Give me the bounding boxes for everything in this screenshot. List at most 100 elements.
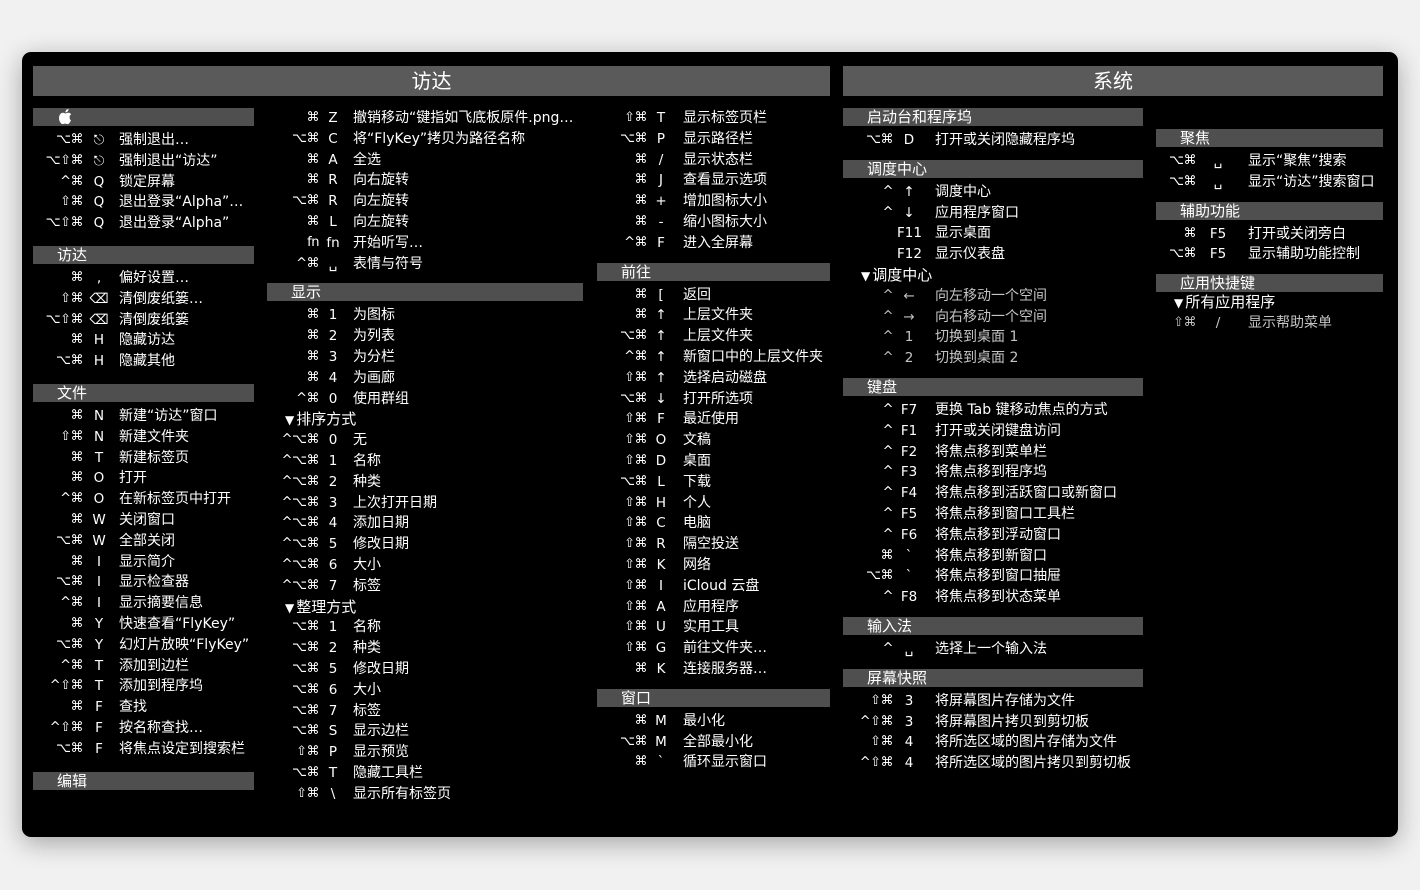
shortcut-key: 3	[904, 692, 914, 709]
shortcut-key: F4	[900, 485, 918, 502]
shortcut-label: 使用群组	[353, 390, 409, 407]
modifier-keys: ⌥⌘	[620, 473, 647, 489]
shortcut-row: ⇧⌘ H 个人	[597, 493, 830, 514]
shortcut-row: ⇧⌘ Q 退出登录“Alpha”…	[33, 192, 254, 213]
shortcut-label: 隐藏工具栏	[353, 764, 423, 781]
shortcut-key: D	[903, 132, 915, 148]
shortcut-row: ⌘ Z 撤销移动“键指如飞底板原件.png…	[267, 108, 583, 129]
modifier-keys: ⇧⌘	[624, 452, 647, 468]
shortcut-row: ^⌥⌘ 3 上次打开日期	[267, 493, 583, 514]
shortcut-label: 标签	[353, 702, 381, 719]
shortcut-row: ⇧⌘ D 桌面	[597, 451, 830, 472]
modifier-keys: ⌘	[306, 348, 320, 364]
shortcut-key: ←	[903, 287, 915, 304]
shortcut-row: ⌥⌘ 6 大小	[267, 680, 583, 701]
shortcut-row: ^ F6 将焦点移到浮动窗口	[843, 525, 1143, 546]
shortcut-label: 上层文件夹	[683, 307, 753, 324]
modifier-keys: ⌘	[70, 553, 84, 569]
shortcut-row: ⇧⌘ U 实用工具	[597, 617, 830, 638]
mission-control-subheader: ▼ 调度中心	[843, 265, 1143, 286]
shortcut-key: P	[328, 744, 338, 761]
modifier-keys: ⌥⌘	[620, 390, 647, 406]
shortcut-key: 2	[328, 473, 338, 490]
shortcut-label: 表情与符号	[353, 255, 423, 272]
shortcut-row: ⌥⇧⌘ Q 退出登录“Alpha”	[33, 213, 254, 234]
shortcut-key: I	[97, 553, 101, 570]
shortcut-row: ^⇧⌘ 4 将所选区域的图片拷贝到剪切板	[843, 753, 1143, 774]
shortcut-row: ⌥⌘ C 将“FlyKey”拷贝为路径名称	[267, 129, 583, 150]
modifier-keys: ⌘	[634, 754, 648, 770]
modifier-keys: ⌥⌘	[292, 130, 319, 146]
modifier-keys: ⇧⌘	[624, 640, 647, 656]
shortcut-label: 上次打开日期	[353, 494, 437, 511]
shortcut-key: 4	[904, 755, 914, 772]
shortcut-row: ^ F4 将焦点移到活跃窗口或新窗口	[843, 483, 1143, 504]
modifier-keys: ^	[882, 526, 894, 542]
shortcut-key: -	[658, 213, 664, 230]
shortcut-label: 返回	[683, 286, 711, 303]
shortcut-label: 退出登录“Alpha”…	[119, 194, 244, 211]
shortcut-key: T	[94, 678, 104, 695]
shortcut-key: N	[93, 407, 105, 424]
shortcut-key: 3	[328, 494, 338, 511]
modifier-keys: ⇧⌘	[624, 515, 647, 531]
disclosure-triangle-icon: ▼	[1174, 296, 1184, 311]
shortcut-row: ⌘ 4 为画廊	[267, 368, 583, 389]
modifier-keys: ⌥⌘	[292, 723, 319, 739]
shortcut-row: ⌥⌘ 7 标签	[267, 701, 583, 722]
shortcut-key: \	[330, 785, 336, 802]
shortcut-key: R	[328, 193, 338, 210]
shortcut-key: G	[655, 640, 667, 657]
shortcut-label: 清倒废纸篓…	[119, 290, 203, 307]
shortcut-key: 6	[328, 556, 338, 573]
modifier-keys: ^	[882, 464, 894, 480]
shortcut-row: ⇧⌘ 3 将屏幕图片存储为文件	[843, 691, 1143, 712]
shortcut-label: 显示桌面	[935, 225, 991, 242]
spotlight-header: 聚焦	[1156, 129, 1383, 147]
shortcut-key: W	[92, 511, 106, 528]
shortcut-label: 大小	[353, 681, 381, 698]
shortcut-row: ⌥⌘ T 隐藏工具栏	[267, 763, 583, 784]
modifier-keys: ⇧⌘	[624, 556, 647, 572]
modifier-keys: ⌘	[70, 699, 84, 715]
shortcut-label: 退出登录“Alpha”	[119, 215, 230, 232]
shortcut-label: 向左旋转	[353, 193, 409, 210]
modifier-keys: ^⌥⌘	[281, 515, 320, 531]
modifier-keys: ⌘	[634, 307, 648, 323]
shortcut-row: ^⌘ F 进入全屏幕	[597, 233, 830, 254]
shortcut-row: ^⌥⌘ 1 名称	[267, 451, 583, 472]
apple-icon	[59, 108, 72, 124]
modifier-keys: ^	[882, 329, 894, 345]
shortcut-row: ^ F8 将焦点移到状态菜单	[843, 587, 1143, 608]
shortcut-label: 新建“访达”窗口	[119, 407, 218, 424]
shortcut-key: ␣	[1213, 153, 1223, 169]
shortcut-row: ⌥⌘ L 下载	[597, 472, 830, 493]
shortcut-row: ^⌘ Q 锁定屏幕	[33, 172, 254, 193]
shortcut-key: S	[328, 723, 338, 740]
shortcut-label: 隔空投送	[683, 536, 739, 553]
shortcut-row: ⌥⌘ W 全部关闭	[33, 531, 254, 552]
shortcut-key: 2	[328, 640, 338, 657]
keyboard-header: 键盘	[843, 377, 1143, 396]
shortcut-key: fn	[326, 234, 340, 251]
shortcut-label: 最近使用	[683, 411, 739, 428]
modifier-keys: ^	[882, 204, 894, 220]
all-apps-subheader: ▼ 所有应用程序	[1156, 292, 1383, 313]
modifier-keys: ⌥⌘	[56, 532, 83, 548]
modifier-keys: ⇧⌘	[624, 110, 647, 125]
shortcut-row: ⌘ I 显示简介	[33, 552, 254, 573]
shortcut-label: 电脑	[683, 515, 711, 532]
modifier-keys: ⌘	[70, 511, 84, 527]
shortcut-row: ⌘ ` 将焦点移到新窗口	[843, 546, 1143, 567]
shortcut-key: 2	[904, 350, 914, 367]
modifier-keys: ^	[882, 287, 894, 303]
modifier-keys: ⌘	[634, 660, 648, 676]
shortcut-label: 向左旋转	[353, 213, 409, 230]
shortcut-row: ^⌥⌘ 4 添加日期	[267, 513, 583, 534]
shortcut-key: `	[905, 547, 913, 564]
modifier-keys: ⌥⌘	[56, 353, 83, 369]
shortcut-row: ⌘ T 新建标签页	[33, 448, 254, 469]
shortcut-row: ^⌥⌘ 5 修改日期	[267, 534, 583, 555]
shortcut-key: 5	[328, 536, 338, 553]
shortcut-row: ⇧⌘ ⌫ 清倒废纸篓…	[33, 289, 254, 310]
